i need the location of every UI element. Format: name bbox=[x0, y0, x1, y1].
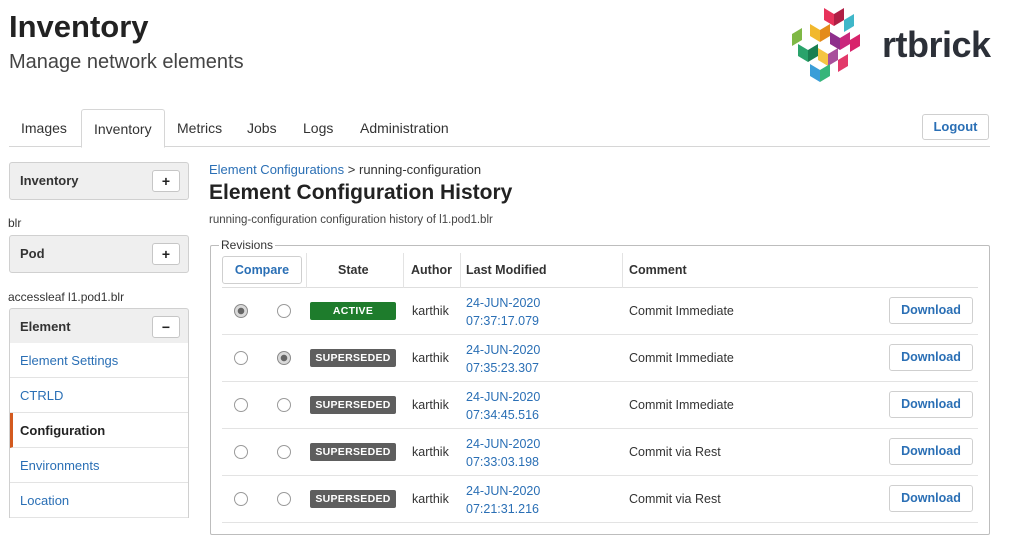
column-header-state: State bbox=[338, 263, 369, 277]
state-badge: SUPERSEDED bbox=[310, 443, 396, 461]
download-button[interactable]: Download bbox=[889, 438, 973, 465]
page-title: Element Configuration History bbox=[209, 181, 513, 204]
column-header-author: Author bbox=[411, 263, 452, 277]
state-badge: ACTIVE bbox=[310, 302, 396, 320]
last-modified-link[interactable]: 24-JUN-2020 07:35:23.307 bbox=[466, 341, 540, 377]
app-subtitle: Manage network elements bbox=[9, 51, 244, 73]
download-button[interactable]: Download bbox=[889, 344, 973, 371]
main-tab-bar: Images Inventory Metrics Jobs Logs Admin… bbox=[9, 109, 990, 148]
table-row: SUPERSEDED karthik 24-JUN-2020 07:34:45.516… bbox=[222, 382, 978, 429]
table-row: SUPERSEDED karthik 24-JUN-2020 07:21:31.216… bbox=[222, 476, 978, 523]
modified-date: 24-JUN-2020 bbox=[466, 390, 541, 404]
tab-administration[interactable]: Administration bbox=[348, 109, 461, 147]
collapse-element-button[interactable]: − bbox=[152, 316, 180, 338]
compare-to-radio[interactable] bbox=[277, 492, 291, 506]
comment-cell: Commit via Rest bbox=[629, 492, 721, 506]
element-context-label: accessleaf l1.pod1.blr bbox=[8, 290, 125, 304]
menu-item-configuration[interactable]: Configuration bbox=[10, 413, 188, 448]
table-row: SUPERSEDED karthik 24-JUN-2020 07:33:03.198… bbox=[222, 429, 978, 476]
compare-to-radio[interactable] bbox=[277, 351, 291, 365]
column-divider bbox=[306, 253, 307, 288]
last-modified-link[interactable]: 24-JUN-2020 07:37:17.079 bbox=[466, 294, 540, 330]
inventory-panel: Inventory + bbox=[9, 162, 189, 200]
modified-date: 24-JUN-2020 bbox=[466, 343, 541, 357]
column-divider bbox=[403, 253, 404, 288]
modified-time: 07:34:45.516 bbox=[466, 408, 539, 422]
modified-time: 07:37:17.079 bbox=[466, 314, 539, 328]
app-title: Inventory bbox=[9, 9, 149, 44]
add-pod-button[interactable]: + bbox=[152, 243, 180, 265]
download-button[interactable]: Download bbox=[889, 297, 973, 324]
tab-inventory[interactable]: Inventory bbox=[81, 109, 165, 148]
tab-metrics[interactable]: Metrics bbox=[165, 109, 234, 147]
modified-date: 24-JUN-2020 bbox=[466, 437, 541, 451]
comment-cell: Commit Immediate bbox=[629, 351, 734, 365]
table-row: ACTIVE karthik 24-JUN-2020 07:37:17.079 Comm… bbox=[222, 288, 978, 335]
logo-text: rtbrick bbox=[882, 24, 991, 65]
revisions-legend: Revisions bbox=[219, 238, 276, 252]
compare-from-radio[interactable] bbox=[234, 351, 248, 365]
state-badge: SUPERSEDED bbox=[310, 396, 396, 414]
tab-jobs[interactable]: Jobs bbox=[235, 109, 289, 147]
menu-item-ctrld[interactable]: CTRLD bbox=[10, 378, 188, 413]
compare-button[interactable]: Compare bbox=[222, 256, 302, 284]
compare-to-radio[interactable] bbox=[277, 304, 291, 318]
compare-from-radio[interactable] bbox=[234, 398, 248, 412]
breadcrumb: Element Configurations > running-configu… bbox=[209, 162, 481, 177]
menu-item-environments[interactable]: Environments bbox=[10, 448, 188, 483]
state-badge: SUPERSEDED bbox=[310, 490, 396, 508]
modified-date: 24-JUN-2020 bbox=[466, 296, 541, 310]
pod-panel: Pod + bbox=[9, 235, 189, 273]
page-description: running-configuration configuration hist… bbox=[209, 214, 493, 226]
compare-to-radio[interactable] bbox=[277, 398, 291, 412]
author-cell: karthik bbox=[412, 351, 449, 365]
element-menu: Element Settings CTRLD Configuration Env… bbox=[9, 343, 189, 518]
compare-to-radio[interactable] bbox=[277, 445, 291, 459]
download-button[interactable]: Download bbox=[889, 391, 973, 418]
logout-button[interactable]: Logout bbox=[922, 114, 989, 140]
compare-from-radio[interactable] bbox=[234, 492, 248, 506]
author-cell: karthik bbox=[412, 304, 449, 318]
element-panel-title: Element bbox=[20, 319, 71, 334]
state-badge: SUPERSEDED bbox=[310, 349, 396, 367]
menu-item-location[interactable]: Location bbox=[10, 483, 188, 518]
column-divider bbox=[622, 253, 623, 288]
compare-from-radio[interactable] bbox=[234, 445, 248, 459]
breadcrumb-separator: > bbox=[347, 162, 356, 177]
column-header-last-modified: Last Modified bbox=[466, 263, 547, 277]
author-cell: karthik bbox=[412, 398, 449, 412]
download-button[interactable]: Download bbox=[889, 485, 973, 512]
last-modified-link[interactable]: 24-JUN-2020 07:34:45.516 bbox=[466, 388, 540, 424]
modified-time: 07:35:23.307 bbox=[466, 361, 539, 375]
modified-time: 07:21:31.216 bbox=[466, 502, 539, 516]
tab-images[interactable]: Images bbox=[9, 109, 79, 147]
breadcrumb-current: running-configuration bbox=[358, 162, 482, 177]
comment-cell: Commit via Rest bbox=[629, 445, 721, 459]
element-panel: Element − bbox=[9, 308, 189, 346]
comment-cell: Commit Immediate bbox=[629, 398, 734, 412]
menu-item-element-settings[interactable]: Element Settings bbox=[10, 343, 188, 378]
comment-cell: Commit Immediate bbox=[629, 304, 734, 318]
table-row: SUPERSEDED karthik 24-JUN-2020 07:35:23.307… bbox=[222, 335, 978, 382]
author-cell: karthik bbox=[412, 445, 449, 459]
breadcrumb-element-configurations-link[interactable]: Element Configurations bbox=[209, 162, 344, 177]
pod-context-label: blr bbox=[8, 216, 22, 230]
last-modified-link[interactable]: 24-JUN-2020 07:33:03.198 bbox=[466, 435, 540, 471]
column-header-comment: Comment bbox=[629, 263, 687, 277]
modified-time: 07:33:03.198 bbox=[466, 455, 539, 469]
compare-from-radio[interactable] bbox=[234, 304, 248, 318]
column-divider bbox=[460, 253, 461, 288]
table-header: Compare State Author Last Modified Comme… bbox=[222, 253, 978, 288]
last-modified-link[interactable]: 24-JUN-2020 07:21:31.216 bbox=[466, 482, 540, 518]
author-cell: karthik bbox=[412, 492, 449, 506]
add-inventory-button[interactable]: + bbox=[152, 170, 180, 192]
inventory-panel-title: Inventory bbox=[20, 173, 79, 188]
modified-date: 24-JUN-2020 bbox=[466, 484, 541, 498]
tab-logs[interactable]: Logs bbox=[291, 109, 345, 147]
pod-panel-title: Pod bbox=[20, 246, 45, 261]
